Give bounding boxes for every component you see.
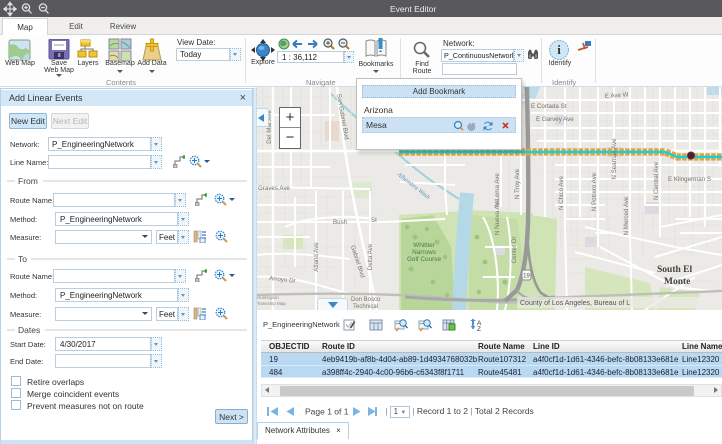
svg-text:Narrows: Narrows bbox=[412, 249, 436, 256]
svg-text:Atland Ave: Atland Ave bbox=[313, 242, 320, 272]
svg-text:To: To bbox=[18, 254, 27, 264]
svg-text:19: 19 bbox=[523, 274, 530, 280]
svg-text:Bush: Bush bbox=[333, 219, 348, 226]
svg-text:Delta Ave: Delta Ave bbox=[367, 243, 374, 270]
svg-text:i: i bbox=[557, 42, 561, 57]
svg-text:From: From bbox=[18, 176, 38, 186]
svg-text:E Garvey Ave: E Garvey Ave bbox=[536, 116, 574, 123]
svg-text:Dates: Dates bbox=[18, 325, 40, 335]
svg-text:N Potrero Ave: N Potrero Ave bbox=[591, 172, 598, 211]
svg-text:Huntington: Huntington bbox=[257, 295, 279, 300]
svg-text:N Nueva Ave: N Nueva Ave bbox=[494, 198, 501, 235]
svg-text:E Cortada St: E Cortada St bbox=[531, 103, 567, 110]
svg-text:N Seaman Ave: N Seaman Ave bbox=[611, 138, 618, 180]
svg-text:Whittier: Whittier bbox=[413, 242, 436, 249]
svg-text:N Central Ave: N Central Ave bbox=[653, 161, 660, 200]
svg-text:Page 1 of 1: Page 1 of 1 bbox=[305, 407, 349, 417]
svg-text:St: St bbox=[371, 217, 377, 224]
svg-text:Graves Ave: Graves Ave bbox=[258, 185, 290, 192]
svg-text:County of Los Angeles, Bureau: County of Los Angeles, Bureau of L bbox=[520, 300, 630, 307]
svg-text:N Merced Ave: N Merced Ave bbox=[623, 196, 630, 235]
svg-text:E Klingerman S: E Klingerman S bbox=[668, 176, 711, 183]
svg-text:South El: South El bbox=[657, 265, 692, 275]
svg-text:Center Dr: Center Dr bbox=[511, 237, 518, 264]
svg-text:N Troy Ave: N Troy Ave bbox=[514, 168, 521, 199]
svg-text:Don Bosco: Don Bosco bbox=[351, 297, 381, 303]
svg-text:N Chico Ave: N Chico Ave bbox=[558, 175, 565, 209]
svg-text:Township Map: Township Map bbox=[257, 301, 286, 306]
svg-text:Golf Course: Golf Course bbox=[407, 256, 442, 263]
svg-text:Monte: Monte bbox=[664, 277, 690, 287]
svg-text:Z: Z bbox=[477, 326, 481, 333]
